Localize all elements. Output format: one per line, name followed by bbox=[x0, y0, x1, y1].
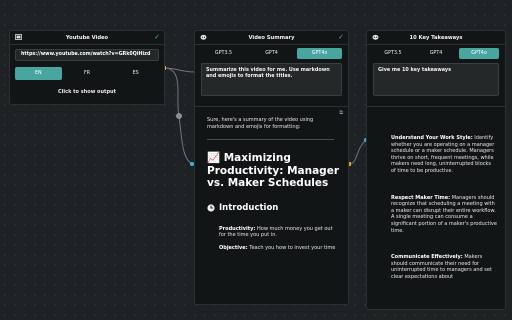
check-icon: ✓ bbox=[338, 33, 344, 41]
model-option-gpt35[interactable]: GPT3.5 bbox=[201, 48, 246, 59]
wire-youtube-to-summary-top bbox=[163, 67, 195, 73]
wire-summary-input bbox=[178, 115, 193, 165]
wire-reroute-dot[interactable] bbox=[176, 113, 182, 119]
model-selector: GPT3.5 GPT4 GPT4o bbox=[367, 45, 505, 59]
wire-youtube-to-summary bbox=[163, 67, 180, 117]
summary-paragraph-2: Objective: Teach you how to invest your … bbox=[219, 244, 336, 251]
takeaway-item-3: Communicate Effectively: Makers should c… bbox=[391, 254, 492, 280]
film-icon bbox=[15, 34, 22, 40]
summary-output-panel[interactable]: ⧉ Sure, here's a summary of the video us… bbox=[195, 106, 348, 291]
model-option-gpt4o[interactable]: GPT4o bbox=[459, 48, 499, 59]
url-input[interactable]: https://www.youtube.com/watch?v=GRk0QiHi… bbox=[15, 49, 159, 61]
youtube-node-title: Youtube Video bbox=[65, 34, 109, 41]
summary-intro: Sure, here's a summary of the video usin… bbox=[207, 117, 314, 130]
model-option-gpt4[interactable]: GPT4 bbox=[249, 48, 294, 59]
takeaways-output-panel[interactable]: Understand Your Work Style: Identify whe… bbox=[367, 106, 505, 292]
youtube-node-header[interactable]: Youtube Video ✓ bbox=[10, 31, 164, 45]
section-heading: Introduction bbox=[195, 190, 348, 213]
show-output-toggle[interactable]: Click to show output bbox=[10, 89, 164, 95]
output-actions: ⧉ bbox=[339, 110, 343, 116]
language-option-es[interactable]: ES bbox=[112, 67, 159, 80]
key-takeaways-node[interactable]: 10 Key Takeaways GPT3.5 GPT4 GPT4o Give … bbox=[366, 30, 506, 310]
summary-node-title: Video Summary bbox=[248, 34, 295, 41]
prompt-textarea[interactable]: Summarize this video for me. Use markdow… bbox=[201, 63, 342, 96]
language-selector: EN FR ES bbox=[10, 61, 164, 80]
model-option-gpt4[interactable]: GPT4 bbox=[416, 48, 456, 59]
takeaways-node-title: 10 Key Takeaways bbox=[409, 34, 463, 41]
robot-icon bbox=[372, 34, 379, 40]
language-option-en[interactable]: EN bbox=[15, 67, 62, 80]
check-icon: ✓ bbox=[154, 33, 160, 41]
summary-heading: 📈 Maximizing Productivity: Manager vs. M… bbox=[207, 152, 339, 190]
prompt-textarea[interactable]: Give me 10 key takeaways bbox=[373, 63, 499, 96]
language-option-fr[interactable]: FR bbox=[64, 67, 111, 80]
takeaway-item-2: Respect Maker Time: Managers should reco… bbox=[391, 194, 497, 234]
wire-summary-to-takeaways bbox=[348, 139, 367, 165]
robot-icon bbox=[200, 34, 207, 40]
model-selector: GPT3.5 GPT4 GPT4o bbox=[195, 45, 348, 59]
takeaway-item-1: Understand Your Work Style: Identify whe… bbox=[391, 135, 495, 174]
takeaways-node-header[interactable]: 10 Key Takeaways bbox=[367, 31, 505, 45]
youtube-video-node[interactable]: Youtube Video ✓ https://www.youtube.com/… bbox=[9, 30, 165, 105]
copy-icon[interactable]: ⧉ bbox=[339, 110, 343, 116]
summary-paragraph-1: Productivity: How much money you get out… bbox=[219, 225, 333, 239]
model-option-gpt35[interactable]: GPT3.5 bbox=[373, 48, 413, 59]
clock-icon bbox=[207, 204, 215, 212]
video-summary-node[interactable]: Video Summary ✓ GPT3.5 GPT4 GPT4o Summar… bbox=[194, 30, 349, 305]
url-input-value: https://www.youtube.com/watch?v=GRk0QiHi… bbox=[21, 52, 151, 57]
summary-node-header[interactable]: Video Summary ✓ bbox=[195, 31, 348, 45]
chart-emoji-icon: 📈 bbox=[207, 152, 221, 165]
model-option-gpt4o[interactable]: GPT4o bbox=[297, 48, 342, 59]
